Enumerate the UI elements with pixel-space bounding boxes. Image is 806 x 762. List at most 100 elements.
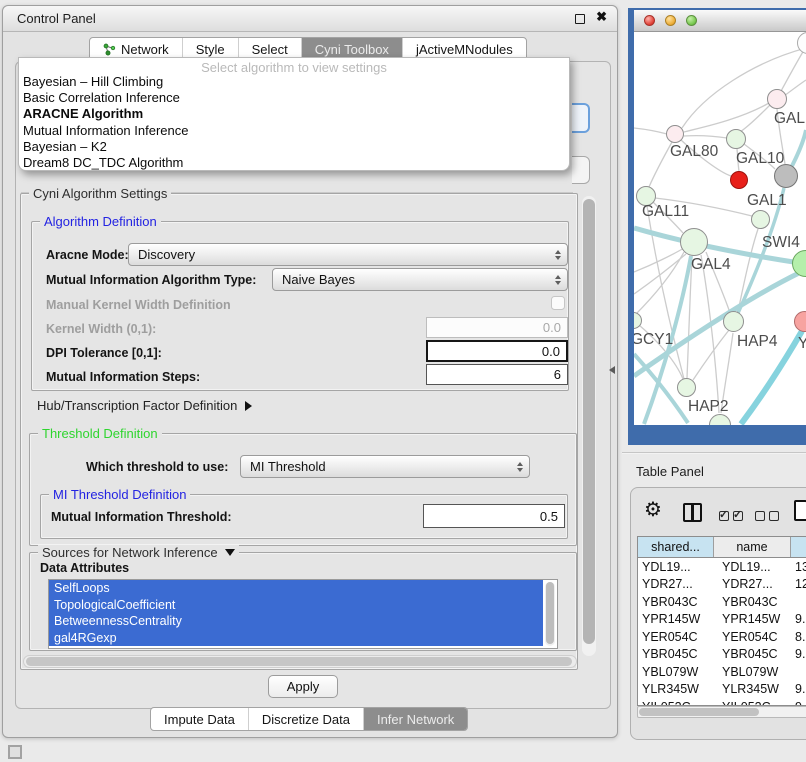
node-gal80[interactable] — [666, 125, 684, 143]
dpi-tolerance-value: 0.0 — [542, 344, 560, 359]
table-row[interactable]: YLR345W YLR345W 9. — [638, 681, 806, 699]
node-red-selected[interactable] — [730, 171, 748, 189]
node-label-gal4: GAL4 — [691, 256, 731, 274]
algorithm-option-basic-correlation[interactable]: Basic Correlation Inference — [19, 90, 569, 106]
table-row[interactable]: YBR043C YBR043C — [638, 593, 806, 611]
table-row[interactable]: YDR27... YDR27... 12 — [638, 576, 806, 594]
algorithm-definition-title: Algorithm Definition — [40, 214, 161, 229]
network-graph-icon — [103, 43, 116, 56]
hide-unchecked-columns-icon[interactable] — [755, 508, 783, 526]
node-gal10[interactable] — [726, 129, 746, 149]
cell-shared: YBR045C — [638, 647, 714, 661]
algorithm-option-bayesian-k2[interactable]: Bayesian – K2 — [19, 139, 569, 155]
cell-name: YLR345W — [714, 682, 791, 696]
columns-icon[interactable] — [683, 503, 702, 522]
tab-network-label: Network — [121, 42, 169, 57]
manual-kernel-width-checkbox[interactable] — [551, 296, 565, 310]
gear-icon[interactable]: ⚙ — [644, 500, 662, 520]
apply-button[interactable]: Apply — [268, 675, 338, 698]
mi-steps-value: 6 — [554, 367, 561, 382]
cell-shared: YDL19... — [638, 560, 714, 574]
show-checked-columns-icon[interactable] — [719, 508, 747, 526]
float-window-icon[interactable] — [575, 14, 585, 24]
mi-steps-input[interactable]: 6 — [426, 364, 568, 385]
algorithm-option-dream8[interactable]: Dream8 DC_TDC Algorithm — [19, 155, 569, 171]
which-threshold-select[interactable]: MI Threshold — [240, 455, 530, 478]
tab-impute-data-label: Impute Data — [164, 712, 235, 727]
node-hap4[interactable] — [723, 311, 744, 332]
sources-group: Sources for Network Inference Data Attri… — [29, 552, 577, 651]
mi-algorithm-type-select[interactable]: Naive Bayes — [272, 268, 568, 291]
node-gal-pink[interactable] — [767, 89, 787, 109]
table-row[interactable]: YIL052C YIL052C 9 — [638, 698, 806, 706]
table-row[interactable]: YBR045C YBR045C 9. — [638, 646, 806, 664]
network-window-titlebar — [634, 10, 806, 32]
algorithm-option-mutual-information[interactable]: Mutual Information Inference — [19, 123, 569, 139]
network-canvas[interactable]: GAL GAL80 GAL10 GAL1 GAL11 GAL4 SWI4 GCY… — [634, 32, 806, 425]
attribute-topologicalcoefficient[interactable]: TopologicalCoefficient — [49, 597, 543, 614]
cell-name: YDL19... — [714, 560, 791, 574]
node-label-hap2: HAP2 — [688, 398, 729, 416]
cell-name: YBR043C — [714, 595, 791, 609]
attribute-selfloops[interactable]: SelfLoops — [49, 580, 543, 597]
node-gal4[interactable] — [680, 228, 708, 256]
node-hap2[interactable] — [677, 378, 696, 397]
panel-collapse-arrow[interactable] — [609, 366, 615, 374]
attribute-gal4rgexp[interactable]: gal4RGexp — [49, 630, 543, 647]
table-hscrollbar-thumb[interactable] — [639, 708, 759, 716]
attribute-betweennesscentrality[interactable]: BetweennessCentrality — [49, 613, 543, 630]
cell-value: 12 — [791, 577, 806, 591]
hub-definition-disclosure[interactable]: Hub/Transcription Factor Definition — [37, 398, 252, 413]
stepper-arrows-icon — [555, 250, 561, 260]
cell-shared: YPR145W — [638, 612, 714, 626]
cell-name: YER054C — [714, 630, 791, 644]
close-icon[interactable]: ✖ — [596, 9, 607, 25]
algorithm-definition-group: Algorithm Definition Aracne Mode: Discov… — [31, 221, 569, 391]
network-view-window: GAL GAL80 GAL10 GAL1 GAL11 GAL4 SWI4 GCY… — [628, 8, 806, 445]
settings-hscrollbar-thumb[interactable] — [26, 657, 572, 666]
table-row[interactable]: YDL19... YDL19... 13 — [638, 558, 806, 576]
attributes-scrollbar — [545, 582, 555, 646]
table-header-row: shared... name — [638, 537, 806, 558]
algorithm-option-aracne[interactable]: ARACNE Algorithm — [19, 106, 569, 122]
kernel-width-input[interactable]: 0.0 — [426, 317, 568, 338]
minimized-panel-icon[interactable] — [8, 745, 22, 759]
minimize-traffic-light-icon[interactable] — [665, 15, 676, 26]
close-traffic-light-icon[interactable] — [644, 15, 655, 26]
kernel-width-value: 0.0 — [543, 320, 561, 335]
aracne-mode-select[interactable]: Discovery — [128, 243, 568, 266]
attributes-scrollbar-thumb[interactable] — [546, 582, 554, 644]
column-header-partial[interactable] — [791, 537, 806, 557]
column-header-shared-name[interactable]: shared... — [638, 537, 714, 557]
control-panel-title: Control Panel — [17, 11, 96, 26]
settings-vscrollbar-thumb[interactable] — [583, 199, 595, 644]
dpi-tolerance-input[interactable]: 0.0 — [426, 340, 568, 362]
cell-value: 8. — [791, 630, 806, 644]
table-row[interactable]: YBL079W YBL079W — [638, 663, 806, 681]
hub-definition-label: Hub/Transcription Factor Definition — [37, 398, 237, 413]
cyni-algorithm-settings-title: Cyni Algorithm Settings — [29, 186, 171, 201]
table-row[interactable]: YPR145W YPR145W 9. — [638, 611, 806, 629]
cell-shared: YBL079W — [638, 665, 714, 679]
cell-name: YDR27... — [714, 577, 791, 591]
cell-name: YBL079W — [714, 665, 791, 679]
zoom-traffic-light-icon[interactable] — [686, 15, 697, 26]
node-label-y: Y — [798, 335, 806, 353]
cyni-algorithm-settings-group: Cyni Algorithm Settings Algorithm Defini… — [20, 193, 578, 670]
algorithm-option-bayesian-hill-climbing[interactable]: Bayesian – Hill Climbing — [19, 74, 569, 90]
threshold-definition-group: Threshold Definition Which threshold to … — [29, 433, 577, 546]
export-table-icon[interactable] — [794, 500, 806, 521]
tab-impute-data[interactable]: Impute Data — [151, 708, 249, 730]
mi-threshold-input[interactable]: 0.5 — [423, 504, 565, 528]
table-row[interactable]: YER054C YER054C 8. — [638, 628, 806, 646]
sources-group-header[interactable]: Sources for Network Inference — [38, 545, 239, 560]
node-gal1[interactable] — [751, 210, 770, 229]
stepper-arrows-icon — [555, 275, 561, 285]
node-label-swi4: SWI4 — [762, 234, 800, 252]
tab-discretize-data[interactable]: Discretize Data — [249, 708, 364, 730]
cell-shared: YDR27... — [638, 577, 714, 591]
column-header-name[interactable]: name — [714, 537, 791, 557]
tab-infer-network[interactable]: Infer Network — [364, 708, 467, 730]
node-label-gal: GAL — [774, 110, 805, 128]
collapsed-arrow-icon — [245, 401, 252, 411]
